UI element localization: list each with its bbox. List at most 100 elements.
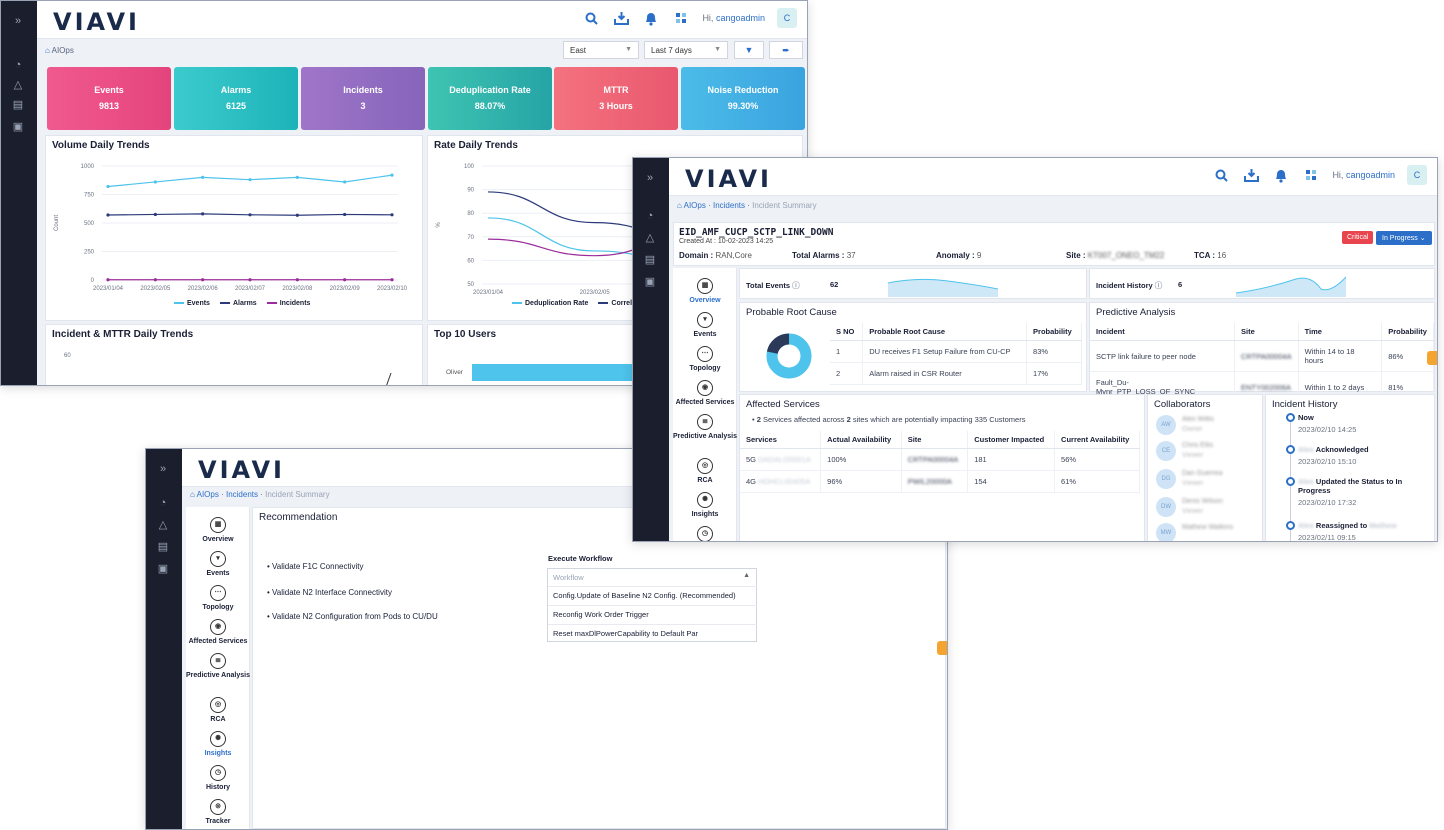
- nav-events[interactable]: ▾ Events: [673, 312, 737, 338]
- alert-bell-icon[interactable]: [642, 9, 660, 27]
- nav-rca[interactable]: ◎ RCA: [186, 697, 250, 723]
- table-row[interactable]: 2 Alarm raised in CSR Router 17%: [830, 362, 1082, 385]
- nav-events[interactable]: ▾ Events: [186, 551, 250, 577]
- nav-history[interactable]: ◷: [673, 526, 737, 541]
- nav-insights[interactable]: ✺ Insights: [673, 492, 737, 518]
- data-point[interactable]: [201, 278, 205, 282]
- feedback-tab[interactable]: [937, 641, 947, 655]
- filter-button[interactable]: ▼: [734, 41, 764, 59]
- document-icon[interactable]: ▤: [11, 99, 25, 111]
- expand-icon[interactable]: »: [11, 15, 25, 27]
- data-point[interactable]: [106, 184, 110, 189]
- nav-topology[interactable]: ⋯ Topology: [186, 585, 250, 611]
- data-point[interactable]: [390, 213, 394, 217]
- bell-icon[interactable]: △: [643, 232, 657, 244]
- data-point[interactable]: [248, 213, 252, 217]
- avatar[interactable]: C: [777, 8, 797, 28]
- data-point[interactable]: [106, 278, 110, 282]
- nav-affected-services[interactable]: ◉ Affected Services: [186, 619, 250, 645]
- nav-overview[interactable]: ▦ Overview: [673, 278, 737, 304]
- data-point[interactable]: [295, 213, 299, 217]
- bell-icon[interactable]: △: [156, 519, 170, 531]
- search-icon[interactable]: [1212, 166, 1230, 184]
- data-point[interactable]: [343, 180, 347, 184]
- prc-cell: DU receives F1 Setup Failure from CU-CP: [862, 340, 1028, 363]
- data-point[interactable]: [153, 212, 157, 217]
- apps-grid-icon[interactable]: [672, 9, 690, 27]
- data-point[interactable]: [248, 178, 252, 182]
- info-icon[interactable]: ⓘ: [792, 281, 800, 290]
- data-point[interactable]: [248, 278, 252, 282]
- region-select[interactable]: East ▼: [563, 41, 639, 59]
- dashboard-icon[interactable]: ◔: [11, 59, 25, 71]
- kpi-events[interactable]: Events 9813: [47, 67, 171, 130]
- legend-events[interactable]: Events: [174, 300, 210, 307]
- table-row[interactable]: 4G HOHCL00405A 96% PWIL20000A 154 61%: [740, 470, 1140, 493]
- status-dropdown[interactable]: In Progress ⌄: [1376, 231, 1432, 245]
- search-icon[interactable]: [582, 9, 600, 27]
- kpi-alarms[interactable]: Alarms 6125: [174, 67, 298, 130]
- data-point[interactable]: [201, 175, 205, 179]
- export-button[interactable]: ➨: [769, 41, 803, 59]
- data-point[interactable]: [343, 212, 347, 217]
- data-point[interactable]: [295, 175, 299, 179]
- expand-icon[interactable]: »: [156, 463, 170, 475]
- table-row[interactable]: SCTP link failure to peer node CRTPA00004…: [1090, 340, 1434, 372]
- data-point[interactable]: [201, 212, 205, 216]
- nav-topology[interactable]: ⋯ Topology: [673, 346, 737, 372]
- data-point[interactable]: [390, 278, 394, 282]
- data-point[interactable]: [343, 278, 347, 282]
- crumb-aiops[interactable]: AIOps: [684, 201, 706, 210]
- workflow-select[interactable]: Workflow ▲: [548, 569, 756, 586]
- home-icon[interactable]: ⌂: [45, 46, 50, 55]
- bell-icon[interactable]: △: [11, 79, 25, 91]
- legend-deduplication-rate[interactable]: Deduplication Rate: [512, 300, 588, 307]
- kpi-deduplication-rate[interactable]: Deduplication Rate 88.07%: [428, 67, 552, 130]
- nav-rca[interactable]: ◎ RCA: [673, 458, 737, 484]
- home-icon[interactable]: ⌂: [677, 201, 682, 210]
- window-icon[interactable]: ▣: [643, 276, 657, 288]
- crumb-aiops[interactable]: AIOps: [197, 490, 219, 499]
- nav-predictive-analysis[interactable]: ≣ Predictive Analysis: [673, 414, 737, 440]
- kpi-mttr[interactable]: MTTR 3 Hours: [554, 67, 678, 130]
- data-point[interactable]: [153, 278, 157, 282]
- document-icon[interactable]: ▤: [643, 254, 657, 266]
- data-point[interactable]: [106, 213, 110, 217]
- crumb-incidents[interactable]: Incidents: [226, 490, 258, 499]
- window-icon[interactable]: ▣: [156, 563, 170, 575]
- data-point[interactable]: [390, 173, 394, 177]
- nav-history[interactable]: ◷ History: [186, 765, 250, 791]
- workflow-dropdown[interactable]: Workflow ▲ Config.Update of Baseline N2 C…: [547, 568, 757, 642]
- period-select[interactable]: Last 7 days ▼: [644, 41, 728, 59]
- document-icon[interactable]: ▤: [156, 541, 170, 553]
- nav-predictive-analysis[interactable]: ≣ Predictive Analysis: [186, 653, 250, 679]
- workflow-option[interactable]: Config.Update of Baseline N2 Config. (Re…: [548, 586, 757, 604]
- nav-affected-services[interactable]: ◉ Affected Services: [673, 380, 737, 406]
- kpi-incidents[interactable]: Incidents 3: [301, 67, 425, 130]
- data-point[interactable]: [295, 278, 299, 282]
- alert-bell-icon[interactable]: [1272, 166, 1290, 184]
- feedback-tab[interactable]: [1427, 351, 1437, 365]
- crumb-incidents[interactable]: Incidents: [713, 201, 745, 210]
- nav-tracker[interactable]: ⊚ Tracker: [186, 799, 250, 825]
- home-icon[interactable]: ⌂: [190, 490, 195, 499]
- avatar[interactable]: C: [1407, 165, 1427, 185]
- apps-grid-icon[interactable]: [1302, 166, 1320, 184]
- download-icon[interactable]: [1242, 166, 1260, 184]
- legend-alarms[interactable]: Alarms: [219, 300, 257, 307]
- nav-overview[interactable]: ▦ Overview: [186, 517, 250, 543]
- data-point[interactable]: [153, 180, 157, 184]
- dashboard-icon[interactable]: ◔: [156, 497, 170, 509]
- dashboard-icon[interactable]: ◔: [643, 210, 657, 222]
- window-icon[interactable]: ▣: [11, 121, 25, 133]
- table-row[interactable]: 5G DADALO0001A 100% CRTPA00004A 181 56%: [740, 448, 1140, 471]
- legend-incidents[interactable]: Incidents: [266, 300, 310, 307]
- table-row[interactable]: 1 DU receives F1 Setup Failure from CU-CP…: [830, 340, 1082, 363]
- nav-insights[interactable]: ✺ Insights: [186, 731, 250, 757]
- workflow-option[interactable]: Reset maxDlPowerCapability to Default Pa…: [548, 624, 757, 642]
- download-icon[interactable]: [612, 9, 630, 27]
- expand-icon[interactable]: »: [643, 172, 657, 184]
- kpi-noise-reduction[interactable]: Noise Reduction 99.30%: [681, 67, 805, 130]
- info-icon[interactable]: ⓘ: [1155, 281, 1163, 290]
- workflow-option[interactable]: Reconfig Work Order Trigger: [548, 605, 757, 623]
